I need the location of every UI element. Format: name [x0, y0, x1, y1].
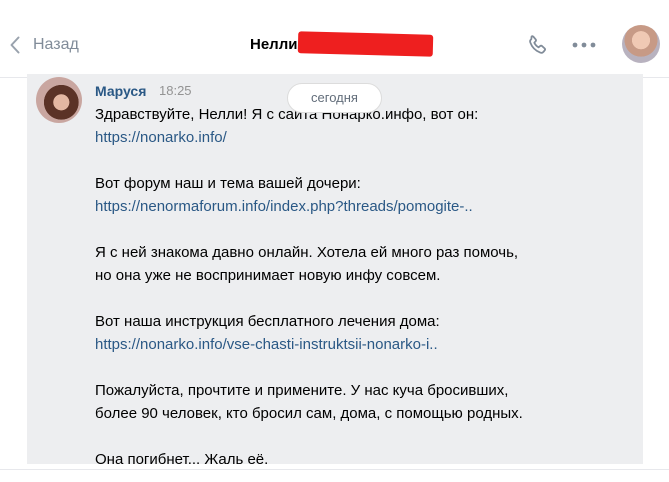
message-time[interactable]: 18:25 [159, 83, 192, 98]
message-paragraph: Она погибнет... Жаль её. [95, 448, 615, 471]
message-text: но она уже не воспринимает новую инфу со… [95, 267, 441, 284]
message-paragraph: Вот наша инструкция бесплатного лечения … [95, 310, 615, 356]
message-body: Здравствуйте, Нелли! Я с сайта Нонарко.и… [95, 103, 615, 471]
message-text: Здравствуйте, Нелли! Я с сайта Нонарко.и… [95, 106, 479, 123]
message-text: Вот форум наш и тема вашей дочери: [95, 175, 361, 192]
message-author[interactable]: Маруся [95, 83, 146, 99]
message-text: Вот наша инструкция бесплатного лечения … [95, 313, 440, 330]
message-text: Я с ней знакома давно онлайн. Хотела ей … [95, 244, 519, 261]
message-paragraph: Пожалуйста, прочтите и примените. У нас … [95, 379, 615, 425]
date-divider: сегодня [287, 83, 382, 113]
back-label: Назад [33, 36, 79, 53]
message-link[interactable]: https://nenormaforum.info/index.php?thre… [95, 198, 473, 215]
message-link[interactable]: https://nonarko.info/ [95, 129, 227, 146]
redaction-mark [297, 31, 434, 57]
message-paragraph: Я с ней знакома давно онлайн. Хотела ей … [95, 241, 615, 287]
back-button[interactable]: Назад [10, 34, 79, 56]
more-horizontal-icon[interactable] [571, 38, 597, 57]
message-bubble: Маруся 18:25 Здравствуйте, Нелли! Я с са… [27, 74, 643, 468]
message-text: более 90 человек, кто бросил сам, дома, … [95, 405, 523, 422]
chat-header: Назад Нелли [0, 0, 669, 78]
message-text: Она погибнет... Жаль её. [95, 451, 269, 468]
message-link[interactable]: https://nonarko.info/vse-chasti-instrukt… [95, 336, 438, 353]
message-text: Пожалуйста, прочтите и примените. У нас … [95, 382, 509, 399]
divider [0, 469, 669, 470]
message-paragraph: Вот форум наш и тема вашей дочери: https… [95, 172, 615, 218]
phone-icon[interactable] [525, 33, 549, 62]
author-avatar[interactable] [36, 77, 82, 123]
chevron-left-icon [10, 36, 20, 54]
contact-avatar[interactable] [622, 25, 660, 63]
chat-title[interactable]: Нелли [250, 36, 297, 53]
